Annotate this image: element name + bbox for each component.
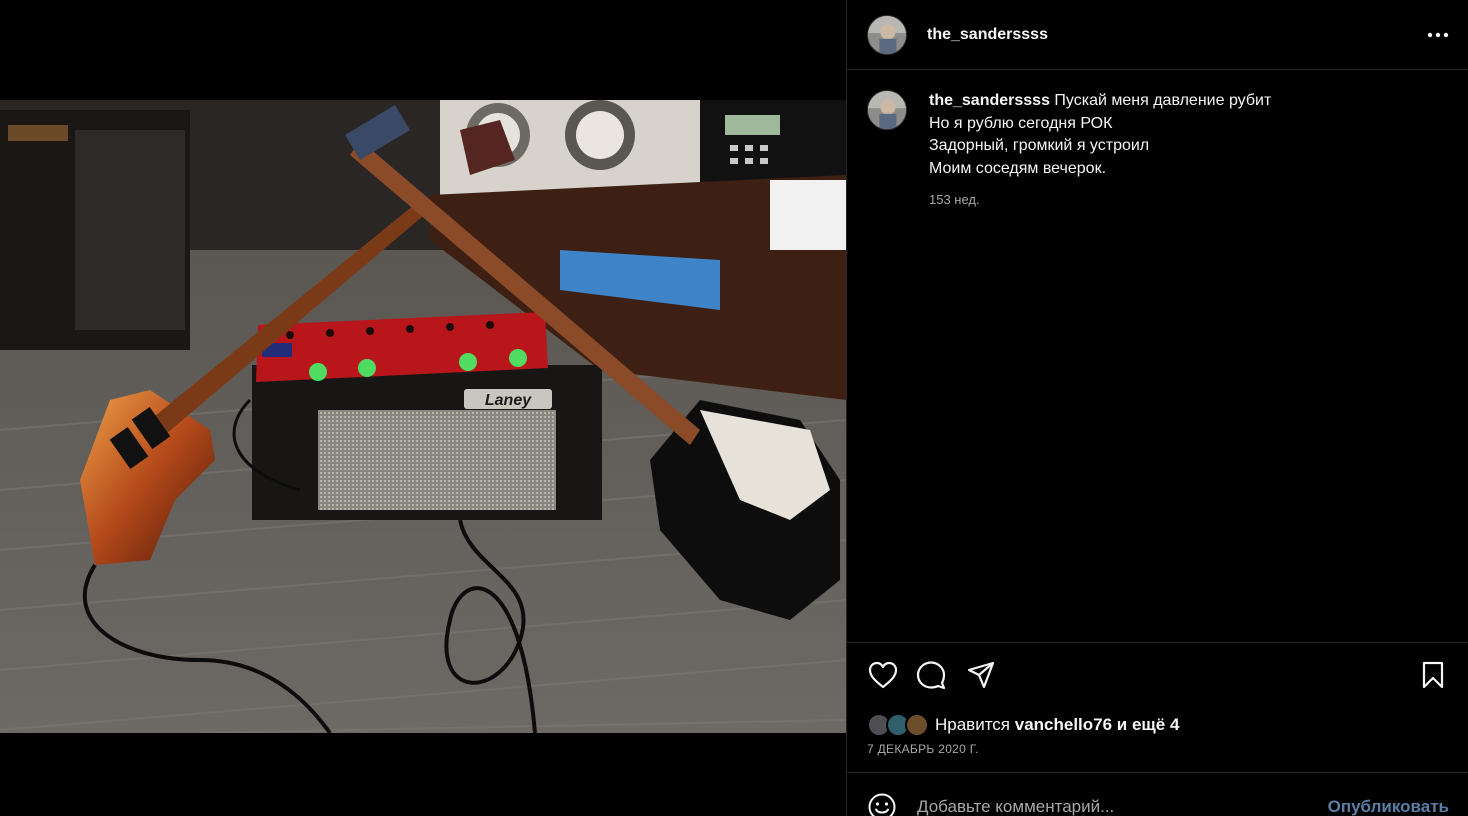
share-button[interactable] [965, 657, 997, 693]
caption-avatar[interactable] [867, 90, 907, 130]
caption-username[interactable]: the_sanderssss [929, 92, 1050, 109]
post-header: the_sanderssss [847, 0, 1468, 70]
author-avatar[interactable] [867, 14, 907, 55]
caption-line-4: Моим соседям вечерок. [929, 160, 1107, 178]
caption-line-3: Задорный, громкий я устроил [929, 137, 1150, 155]
caption-timestamp[interactable]: 153 нед. [929, 189, 1271, 212]
likes-suffix[interactable]: и ещё 4 [1112, 715, 1180, 734]
publish-button[interactable]: Опубликовать [1328, 797, 1449, 816]
amp-brand-label: Laney [485, 392, 532, 409]
save-button[interactable] [1417, 657, 1449, 693]
post-date[interactable]: 7 ДЕКАБРЬ 2020 Г. [867, 742, 979, 756]
action-bar [867, 657, 1449, 693]
comment-input[interactable] [917, 797, 1328, 816]
bookmark-icon [1422, 661, 1444, 689]
liker-avatars[interactable] [867, 712, 929, 738]
caption-line-2: Но я рублю сегодня РОК [929, 114, 1113, 132]
more-options-button[interactable] [1427, 24, 1449, 46]
comment-bar: Опубликовать [867, 790, 1449, 816]
caption-line-1: Пускай меня давление рубит [1054, 92, 1272, 109]
post-photo[interactable]: Laney [0, 100, 846, 733]
emoji-icon [868, 793, 896, 816]
likes-user[interactable]: vanchello76 [1015, 715, 1112, 734]
media-area: Laney [0, 0, 846, 816]
post-side-panel: the_sanderssss the_sanderssss Пускай мен… [846, 0, 1468, 816]
divider [847, 772, 1468, 773]
likes-row: Нравится vanchello76 и ещё 4 [867, 712, 1179, 738]
caption: the_sanderssss Пускай меня давление руби… [929, 90, 1271, 212]
divider [847, 642, 1468, 643]
caption-block: the_sanderssss Пускай меня давление руби… [867, 90, 1447, 212]
liker-avatar [905, 713, 929, 737]
comment-button[interactable] [915, 657, 947, 693]
likes-text[interactable]: Нравится vanchello76 и ещё 4 [935, 715, 1179, 735]
photo-illustration: Laney [0, 100, 846, 733]
share-icon [967, 661, 995, 689]
author-username[interactable]: the_sanderssss [927, 26, 1048, 44]
heart-icon [868, 661, 898, 689]
emoji-button[interactable] [867, 792, 897, 816]
more-icon [1427, 32, 1449, 38]
like-button[interactable] [867, 657, 899, 693]
likes-prefix: Нравится [935, 715, 1015, 734]
comment-icon [916, 661, 946, 690]
